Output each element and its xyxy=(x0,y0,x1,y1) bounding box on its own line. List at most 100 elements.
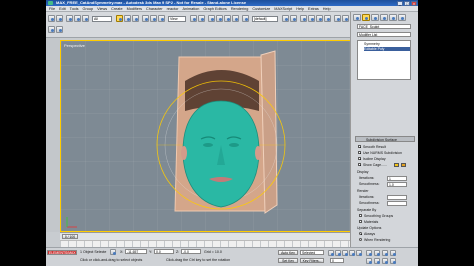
time-slider-thumb[interactable]: 0 / 100 xyxy=(62,234,78,239)
bind-space-warp-icon[interactable] xyxy=(82,15,89,22)
render-setup-icon[interactable] xyxy=(334,15,341,22)
material-editor-icon[interactable] xyxy=(324,15,331,22)
mirror-icon[interactable] xyxy=(282,15,289,22)
create-tab-icon[interactable] xyxy=(353,14,361,21)
cage-color-swatch-2[interactable] xyxy=(401,163,406,167)
go-to-start-icon[interactable] xyxy=(328,250,334,256)
named-selection-dropdown[interactable]: [default] xyxy=(252,16,278,22)
percent-snap-icon[interactable] xyxy=(224,15,231,22)
render-iterations-spinner[interactable] xyxy=(387,194,407,200)
select-by-name-icon[interactable] xyxy=(124,15,131,22)
current-frame-field[interactable]: 0 xyxy=(330,258,344,263)
key-filters-button[interactable]: Key Filters... xyxy=(300,258,324,263)
menu-edit[interactable]: Edit xyxy=(59,7,66,11)
maximize-button[interactable]: □ xyxy=(404,0,410,6)
modify-tab-icon[interactable] xyxy=(362,14,370,21)
iterations-spinner[interactable]: 1 xyxy=(387,175,407,181)
lock-selection-icon[interactable] xyxy=(110,249,116,255)
unlink-icon[interactable] xyxy=(74,15,81,22)
layer-manager-icon[interactable] xyxy=(300,15,307,22)
maximize-viewport-icon[interactable] xyxy=(390,258,396,264)
snaps-icon[interactable] xyxy=(208,15,215,22)
select-manipulate-icon[interactable] xyxy=(198,15,205,22)
menu-file[interactable]: File xyxy=(49,7,55,11)
menu-reactor[interactable]: reactor xyxy=(167,7,179,11)
utilities-tab-icon[interactable] xyxy=(398,14,406,21)
isoline-display-checkbox[interactable] xyxy=(358,157,361,160)
z-coordinate[interactable]: -0.0 xyxy=(181,249,201,254)
smooth-result-checkbox[interactable] xyxy=(358,145,361,148)
use-nurms-checkbox[interactable] xyxy=(358,151,361,154)
menu-graph-editors[interactable]: Graph Editors xyxy=(203,7,226,11)
pivot-icon[interactable] xyxy=(190,15,197,22)
arc-rotate-icon[interactable] xyxy=(382,258,388,264)
menu-group[interactable]: Group xyxy=(83,7,94,11)
menu-animation[interactable]: Animation xyxy=(182,7,199,11)
menu-help-2[interactable]: Help xyxy=(323,7,331,11)
tab-panel-icon[interactable] xyxy=(48,26,55,33)
cage-color-swatch-1[interactable] xyxy=(394,163,399,167)
redo-icon[interactable] xyxy=(56,15,63,22)
rollout-header[interactable]: Subdivision Surface xyxy=(355,136,415,142)
undo-icon[interactable] xyxy=(48,15,55,22)
motion-tab-icon[interactable] xyxy=(380,14,388,21)
render-frame-icon[interactable] xyxy=(342,15,349,22)
select-object-icon[interactable] xyxy=(116,15,123,22)
tab-panel-icon-2[interactable] xyxy=(56,26,63,33)
auto-key-button[interactable]: Auto Key xyxy=(278,250,298,255)
rect-selection-icon[interactable] xyxy=(132,15,139,22)
go-to-end-icon[interactable] xyxy=(356,250,362,256)
named-selection-icon[interactable] xyxy=(242,15,249,22)
reference-coord-dropdown[interactable]: View xyxy=(168,16,186,22)
always-radio[interactable] xyxy=(359,232,362,235)
play-icon[interactable] xyxy=(342,250,348,256)
menu-tools[interactable]: Tools xyxy=(70,7,79,11)
zoom-icon[interactable] xyxy=(366,250,372,256)
next-frame-icon[interactable] xyxy=(349,250,355,256)
zoom-extents-all-icon[interactable] xyxy=(390,250,396,256)
hierarchy-tab-icon[interactable] xyxy=(371,14,379,21)
stack-item-editable-poly[interactable]: Editable Poly xyxy=(364,47,410,51)
display-tab-icon[interactable] xyxy=(389,14,397,21)
modifier-list-dropdown[interactable]: Modifier List xyxy=(357,32,411,37)
materials-checkbox[interactable] xyxy=(359,220,362,223)
key-mode-dropdown[interactable]: Selected xyxy=(300,250,324,255)
close-button[interactable]: x xyxy=(411,0,417,6)
x-coordinate[interactable]: -11.657 xyxy=(125,249,147,254)
angle-snap-icon[interactable] xyxy=(216,15,223,22)
field-of-view-icon[interactable] xyxy=(366,258,372,264)
set-key-button[interactable]: Set Key xyxy=(278,258,298,263)
menu-modifiers[interactable]: Modifiers xyxy=(127,7,142,11)
selection-filter-dropdown[interactable]: All xyxy=(92,16,112,22)
zoom-all-icon[interactable] xyxy=(374,250,380,256)
y-coordinate[interactable]: 0.0 xyxy=(154,249,174,254)
time-slider[interactable]: 0 / 100 xyxy=(60,232,396,240)
rotate-icon[interactable] xyxy=(150,15,157,22)
previous-frame-icon[interactable] xyxy=(335,250,341,256)
menu-views[interactable]: Views xyxy=(97,7,107,11)
perspective-viewport[interactable]: Perspective xyxy=(60,40,396,232)
curve-editor-icon[interactable] xyxy=(308,15,315,22)
render-smoothness-spinner[interactable] xyxy=(387,200,407,206)
move-icon[interactable] xyxy=(142,15,149,22)
show-cage-checkbox[interactable] xyxy=(358,163,361,166)
pan-icon[interactable] xyxy=(374,258,380,264)
menu-maxscript[interactable]: MAXScript xyxy=(274,7,292,11)
schematic-view-icon[interactable] xyxy=(316,15,323,22)
menu-help[interactable]: Help xyxy=(296,7,304,11)
scale-icon[interactable] xyxy=(158,15,165,22)
zoom-extents-icon[interactable] xyxy=(382,250,388,256)
stack-item-symmetry[interactable]: Symmetry xyxy=(364,42,380,46)
minimize-button[interactable]: _ xyxy=(397,0,403,6)
maxscript-listener[interactable]: ELEMENTS/MAX xyxy=(47,250,77,255)
menu-customize[interactable]: Customize xyxy=(252,7,270,11)
spinner-snap-icon[interactable] xyxy=(232,15,239,22)
smoothing-groups-checkbox[interactable] xyxy=(359,214,362,217)
menu-character[interactable]: Character xyxy=(146,7,163,11)
menu-extras[interactable]: Extras xyxy=(308,7,319,11)
menu-create[interactable]: Create xyxy=(111,7,122,11)
when-rendering-radio[interactable] xyxy=(359,238,362,241)
align-icon[interactable] xyxy=(290,15,297,22)
object-name-field[interactable]: FACE_Sculpt xyxy=(357,24,411,29)
select-link-icon[interactable] xyxy=(66,15,73,22)
